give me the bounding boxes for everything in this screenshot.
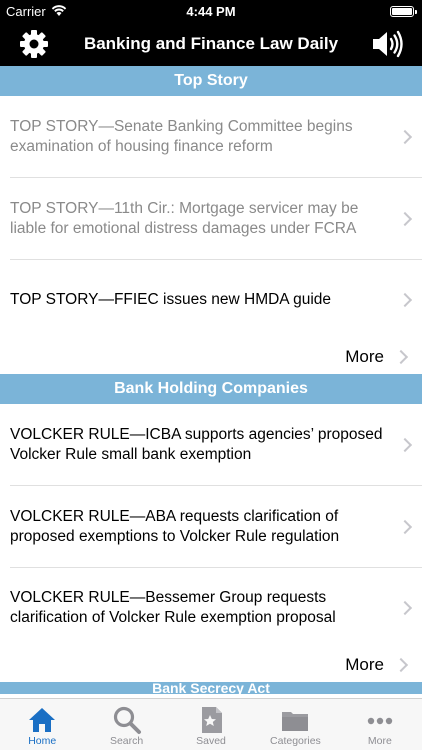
list-item[interactable]: VOLCKER RULE—Bessemer Group requests cla… — [10, 568, 422, 648]
tab-label: Home — [28, 735, 57, 747]
chevron-right-icon — [397, 211, 413, 226]
saved-icon — [202, 707, 223, 733]
tab-label: Saved — [196, 735, 226, 747]
list-item[interactable]: TOP STORY—Senate Banking Committee begin… — [10, 96, 422, 178]
more-icon — [367, 717, 393, 725]
chevron-right-icon — [397, 129, 413, 144]
news-list[interactable]: Top Story TOP STORY—Senate Banking Commi… — [0, 66, 422, 698]
chevron-right-icon — [393, 349, 409, 365]
list-item[interactable]: TOP STORY—FFIEC issues new HMDA guide — [10, 260, 422, 340]
battery-icon — [390, 6, 417, 17]
app-title: Banking and Finance Law Daily — [83, 34, 339, 53]
list-item[interactable]: VOLCKER RULE—ABA requests clarification … — [10, 486, 422, 568]
search-icon — [113, 706, 141, 734]
chevron-right-icon — [397, 600, 413, 616]
home-icon — [29, 708, 56, 732]
tab-home[interactable]: Home — [0, 699, 84, 750]
clock: 4:44 PM — [186, 4, 236, 19]
tab-label: More — [367, 735, 392, 747]
tab-categories[interactable]: Categories — [253, 699, 337, 750]
speaker-icon[interactable] — [370, 28, 404, 60]
chevron-right-icon — [397, 519, 413, 534]
tab-more[interactable]: More — [338, 699, 422, 750]
folder-icon — [282, 712, 309, 731]
chevron-right-icon — [397, 437, 413, 452]
article-title: VOLCKER RULE—Bessemer Group requests cla… — [10, 589, 336, 626]
section-header-top-story: Top Story — [0, 66, 422, 96]
article-title: TOP STORY—FFIEC issues new HMDA guide — [10, 291, 332, 308]
more-label: More — [345, 347, 384, 366]
more-button[interactable]: More — [0, 648, 422, 682]
tab-bar: Home Search Saved Categories More — [0, 698, 422, 750]
tab-label: Categories — [270, 735, 321, 747]
list-item[interactable]: TOP STORY—11th Cir.: Mortgage servicer m… — [10, 178, 422, 260]
more-button[interactable]: More — [0, 340, 422, 374]
tab-label: Search — [109, 735, 144, 747]
section-header-bank-holding-companies: Bank Holding Companies — [0, 374, 422, 404]
tab-search[interactable]: Search — [84, 699, 168, 750]
tab-saved[interactable]: Saved — [169, 699, 253, 750]
article-title: VOLCKER RULE—ICBA supports agencies’ pro… — [10, 425, 383, 463]
section-header-bank-secrecy-act: Bank Secrecy Act — [0, 682, 422, 694]
article-title: TOP STORY—11th Cir.: Mortgage servicer m… — [10, 199, 359, 237]
gear-icon[interactable] — [18, 28, 50, 60]
chevron-right-icon — [397, 292, 413, 308]
status-bar: Carrier 4:44 PM — [0, 0, 422, 22]
chevron-right-icon — [393, 657, 409, 673]
navigation-bar: Banking and Finance Law Daily — [0, 22, 422, 66]
article-title: VOLCKER RULE—ABA requests clarification … — [10, 507, 340, 545]
article-title: TOP STORY—Senate Banking Committee begin… — [10, 117, 353, 155]
list-item[interactable]: VOLCKER RULE—ICBA supports agencies’ pro… — [10, 404, 422, 486]
more-label: More — [345, 655, 384, 674]
